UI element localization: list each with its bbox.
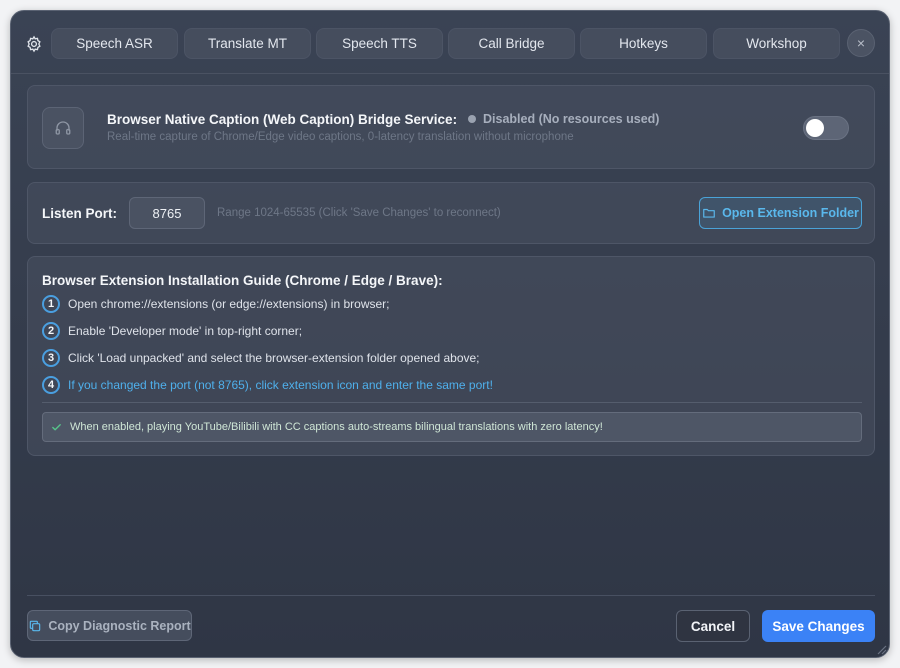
port-input[interactable] — [129, 197, 205, 229]
close-icon: × — [856, 35, 866, 51]
guide-step: 2 Enable 'Developer mode' in top-right c… — [42, 322, 302, 340]
step-text: Open chrome://extensions (or edge://exte… — [68, 297, 390, 311]
close-button[interactable]: × — [847, 29, 875, 57]
port-card: Listen Port: Range 1024-65535 (Click 'Sa… — [27, 182, 875, 244]
status-badge: Disabled (No resources used) — [468, 112, 659, 126]
success-tip: When enabled, playing YouTube/Bilibili w… — [42, 412, 862, 442]
tab-call-bridge[interactable]: Call Bridge — [448, 28, 575, 59]
copy-icon — [30, 620, 41, 631]
toggle-knob — [806, 119, 824, 137]
step-text: If you changed the port (not 8765), clic… — [68, 378, 493, 392]
port-hint: Range 1024-65535 (Click 'Save Changes' t… — [217, 207, 501, 219]
service-card: Browser Native Caption (Web Caption) Bri… — [27, 85, 875, 169]
tip-text: When enabled, playing YouTube/Bilibili w… — [70, 421, 603, 433]
save-changes-button[interactable]: Save Changes — [762, 610, 875, 642]
step-text: Click 'Load unpacked' and select the bro… — [68, 351, 480, 365]
installation-guide-card: Browser Extension Installation Guide (Ch… — [27, 256, 875, 456]
open-folder-label: Open Extension Folder — [722, 206, 859, 220]
tab-workshop[interactable]: Workshop — [713, 28, 840, 59]
resize-grip-icon[interactable] — [875, 643, 887, 655]
status-text: Disabled (No resources used) — [483, 112, 660, 126]
tab-hotkeys[interactable]: Hotkeys — [580, 28, 707, 59]
folder-icon — [703, 208, 715, 218]
tab-bar: Speech ASR Translate MT Speech TTS Call … — [11, 11, 889, 74]
step-number: 3 — [42, 349, 60, 367]
guide-step-highlight: 4 If you changed the port (not 8765), cl… — [42, 376, 493, 394]
guide-step: 3 Click 'Load unpacked' and select the b… — [42, 349, 480, 367]
status-dot — [468, 115, 476, 123]
headphones-icon — [42, 107, 84, 149]
service-title: Browser Native Caption (Web Caption) Bri… — [107, 112, 458, 127]
step-text: Enable 'Developer mode' in top-right cor… — [68, 324, 303, 338]
tab-translate-mt[interactable]: Translate MT — [184, 28, 311, 59]
step-number: 2 — [42, 322, 60, 340]
divider — [42, 402, 862, 403]
port-label: Listen Port: — [42, 206, 118, 221]
copy-diagnostic-report-button[interactable]: Copy Diagnostic Report — [27, 610, 192, 641]
step-number: 4 — [42, 376, 60, 394]
settings-window: Speech ASR Translate MT Speech TTS Call … — [10, 10, 890, 658]
guide-step: 1 Open chrome://extensions (or edge://ex… — [42, 295, 390, 313]
tab-speech-asr[interactable]: Speech ASR — [51, 28, 178, 59]
service-toggle[interactable] — [803, 116, 849, 140]
gear-icon[interactable] — [25, 35, 43, 53]
step-number: 1 — [42, 295, 60, 313]
service-description: Real-time capture of Chrome/Edge video c… — [107, 131, 574, 143]
cancel-button[interactable]: Cancel — [676, 610, 750, 642]
guide-title: Browser Extension Installation Guide (Ch… — [42, 273, 443, 288]
copy-diag-label: Copy Diagnostic Report — [48, 618, 191, 633]
footer-divider — [27, 595, 875, 596]
check-icon — [52, 423, 61, 430]
open-extension-folder-button[interactable]: Open Extension Folder — [699, 197, 862, 229]
tab-speech-tts[interactable]: Speech TTS — [316, 28, 443, 59]
